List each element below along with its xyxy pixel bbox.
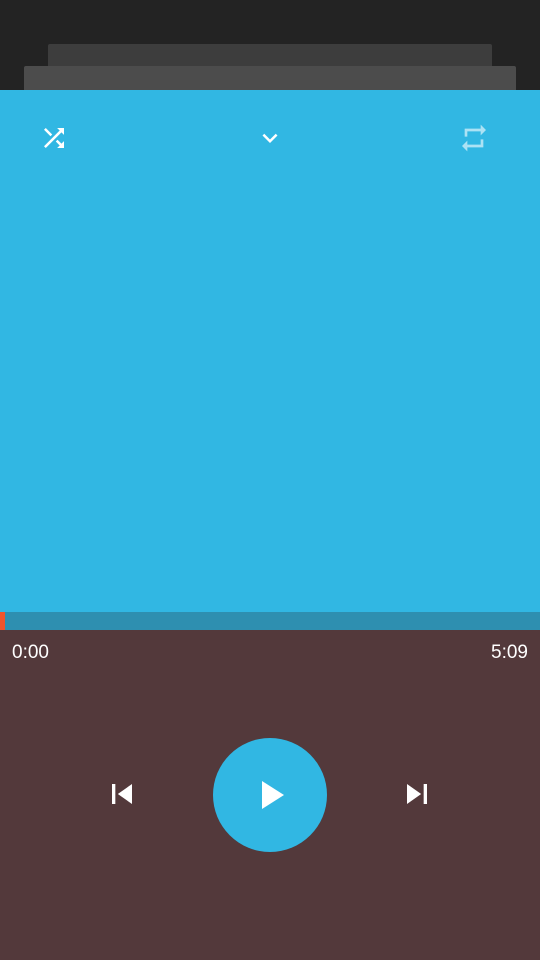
- previous-track-button[interactable]: [98, 770, 146, 818]
- next-track-button[interactable]: [393, 770, 441, 818]
- shuffle-button[interactable]: [30, 114, 78, 162]
- play-icon: [262, 781, 284, 809]
- skip-previous-icon: [112, 784, 132, 804]
- skip-next-icon: [407, 784, 427, 804]
- seek-bar[interactable]: [0, 612, 540, 630]
- repeat-icon: [462, 124, 486, 152]
- elapsed-time: 0:00: [12, 642, 49, 663]
- play-button[interactable]: [213, 738, 327, 852]
- chevron-down-icon: [262, 133, 278, 143]
- shuffle-icon: [44, 128, 64, 148]
- player-controls: 0:00 5:09: [0, 630, 540, 960]
- collapse-button[interactable]: [246, 114, 294, 162]
- album-art-area: [0, 90, 540, 612]
- total-duration: 5:09: [491, 642, 528, 663]
- repeat-button[interactable]: [450, 114, 498, 162]
- seek-bar-progress: [0, 612, 6, 630]
